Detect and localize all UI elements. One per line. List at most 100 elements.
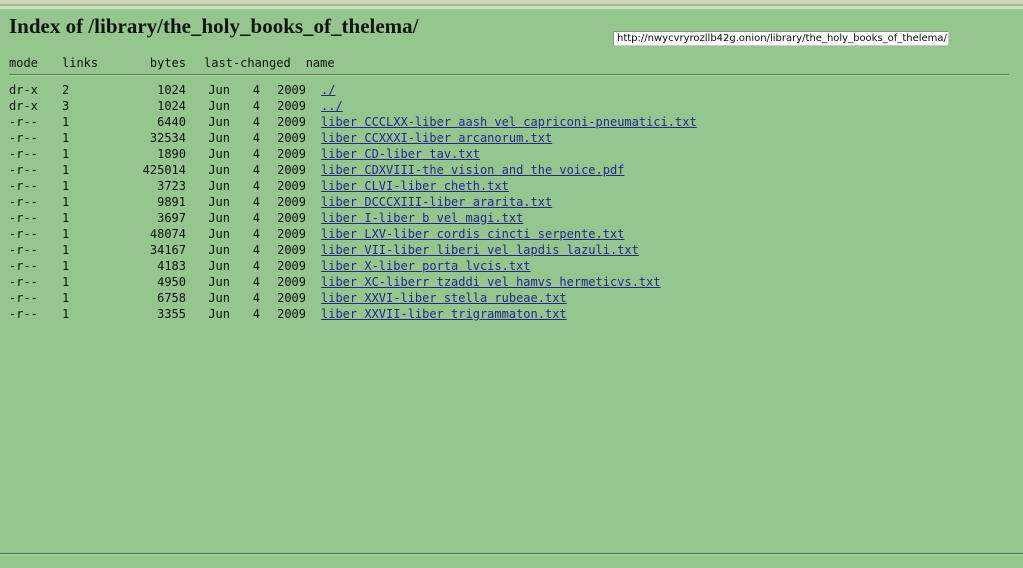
row-name-cell: liber LXV-liber cordis cincti serpente.t… (306, 226, 624, 242)
row-bytes: 9891 (157, 195, 186, 209)
row-links: 1 (62, 115, 70, 129)
row-bytes: 3723 (157, 179, 186, 193)
row-bytes: 34167 (149, 243, 186, 257)
column-header-bytes: bytes (149, 56, 186, 70)
row-mode: -r-- (9, 179, 38, 193)
address-bar-url-text[interactable]: http://nwycvryrozllb42g.onion/library/th… (614, 32, 947, 45)
row-name-cell: ./ (306, 82, 335, 98)
table-row: -r-- 1 4183 Jun 4 2009 liber X-liber porta lvc… (9, 258, 1023, 274)
row-links: 1 (62, 179, 70, 193)
file-link[interactable]: ./ (321, 83, 335, 97)
row-bytes: 6758 (157, 291, 186, 305)
file-link[interactable]: ../ (321, 99, 343, 113)
row-mode: -r-- (9, 275, 38, 289)
row-mode: -r-- (9, 291, 38, 305)
row-bytes: 4950 (157, 275, 186, 289)
table-row: -r-- 1 6440 Jun 4 2009 liber CCCLXX-liber aash… (9, 114, 1023, 130)
row-year: 2009 (277, 115, 306, 129)
row-links: 1 (62, 195, 70, 209)
row-mode: -r-- (9, 147, 38, 161)
file-link[interactable]: liber CDXVIII-the vision and the voice.p… (321, 163, 624, 177)
row-month: Jun (208, 275, 230, 289)
listing-rows: dr-x 2 1024 Jun 4 2009 ./dr-x 3 1024 Jun 4 2009 ../-… (0, 78, 1023, 322)
row-year: 2009 (277, 147, 306, 161)
status-bar (0, 555, 1023, 568)
row-day: 4 (252, 211, 260, 225)
file-link[interactable]: liber XXVII-liber trigrammaton.txt (321, 307, 567, 321)
row-links: 1 (62, 291, 70, 305)
row-mode: -r-- (9, 227, 38, 241)
page-title: Index of /library/the_holy_books_of_thel… (9, 14, 419, 38)
row-day: 4 (252, 83, 260, 97)
row-year: 2009 (277, 83, 306, 97)
row-mode: -r-- (9, 131, 38, 145)
column-header-mode: mode (9, 56, 38, 70)
row-day: 4 (252, 179, 260, 193)
file-link[interactable]: liber DCCCXIII-liber ararita.txt (321, 195, 552, 209)
row-bytes: 1024 (157, 99, 186, 113)
table-row: -r-- 1 6758 Jun 4 2009 liber XXVI-liber stella… (9, 290, 1023, 306)
row-day: 4 (252, 115, 260, 129)
row-bytes: 4183 (157, 259, 186, 273)
row-mode: dr-x (9, 83, 38, 97)
row-year: 2009 (277, 163, 306, 177)
row-bytes: 6440 (157, 115, 186, 129)
row-mode: -r-- (9, 307, 38, 321)
row-year: 2009 (277, 131, 306, 145)
row-year: 2009 (277, 291, 306, 305)
row-bytes: 48074 (149, 227, 186, 241)
row-mode: dr-x (9, 99, 38, 113)
row-bytes: 3355 (157, 307, 186, 321)
file-link[interactable]: liber CD-liber tav.txt (321, 147, 480, 161)
file-link[interactable]: liber CLVI-liber cheth.txt (321, 179, 509, 193)
row-name-cell: liber XC-liberr tzaddi vel hamvs hermeti… (306, 274, 661, 290)
row-month: Jun (208, 131, 230, 145)
row-links: 3 (62, 99, 70, 113)
row-bytes: 1890 (157, 147, 186, 161)
row-year: 2009 (277, 227, 306, 241)
file-link[interactable]: liber CCCLXX-liber aash vel capriconi-pn… (321, 115, 697, 129)
address-bar[interactable]: http://nwycvryrozllb42g.onion/library/th… (613, 31, 949, 46)
file-link[interactable]: liber CCXXXI-liber arcanorum.txt (321, 131, 552, 145)
file-link[interactable]: liber LXV-liber cordis cincti serpente.t… (321, 227, 624, 241)
table-row: -r-- 1 34167 Jun 4 2009 liber VII-liber liberi… (9, 242, 1023, 258)
row-month: Jun (208, 147, 230, 161)
row-name-cell: liber XXVI-liber stella rubeae.txt (306, 290, 567, 306)
row-year: 2009 (277, 275, 306, 289)
table-row: -r-- 1 425014 Jun 4 2009 liber CDXVIII-the vis… (9, 162, 1023, 178)
row-day: 4 (252, 227, 260, 241)
row-mode: -r-- (9, 259, 38, 273)
row-day: 4 (252, 163, 260, 177)
row-name-cell: liber CCXXXI-liber arcanorum.txt (306, 130, 552, 146)
row-links: 1 (62, 259, 70, 273)
row-year: 2009 (277, 179, 306, 193)
file-link[interactable]: liber VII-liber liberi vel lapdis lazuli… (321, 243, 639, 257)
file-link[interactable]: liber XC-liberr tzaddi vel hamvs hermeti… (321, 275, 661, 289)
listing-column-headers: mode links bytes last-changed name (0, 55, 1023, 72)
row-month: Jun (208, 115, 230, 129)
row-month: Jun (208, 99, 230, 113)
row-year: 2009 (277, 211, 306, 225)
row-links: 2 (62, 83, 70, 97)
row-mode: -r-- (9, 115, 38, 129)
row-name-cell: liber I-liber b vel magi.txt (306, 210, 523, 226)
row-month: Jun (208, 227, 230, 241)
row-month: Jun (208, 195, 230, 209)
row-month: Jun (208, 163, 230, 177)
row-links: 1 (62, 227, 70, 241)
row-month: Jun (208, 243, 230, 257)
row-name-cell: liber XXVII-liber trigrammaton.txt (306, 306, 567, 322)
file-link[interactable]: liber I-liber b vel magi.txt (321, 211, 523, 225)
row-links: 1 (62, 163, 70, 177)
table-row: dr-x 3 1024 Jun 4 2009 ../ (9, 98, 1023, 114)
file-link[interactable]: liber X-liber porta lvcis.txt (321, 259, 531, 273)
row-name-cell: liber CDXVIII-the vision and the voice.p… (306, 162, 624, 178)
row-name-cell: liber CCCLXX-liber aash vel capriconi-pn… (306, 114, 697, 130)
row-bytes: 3697 (157, 211, 186, 225)
row-links: 1 (62, 147, 70, 161)
row-month: Jun (208, 179, 230, 193)
row-month: Jun (208, 291, 230, 305)
header-divider-rule (9, 74, 1009, 76)
file-link[interactable]: liber XXVI-liber stella rubeae.txt (321, 291, 567, 305)
table-row: -r-- 1 9891 Jun 4 2009 liber DCCCXIII-liber ar… (9, 194, 1023, 210)
